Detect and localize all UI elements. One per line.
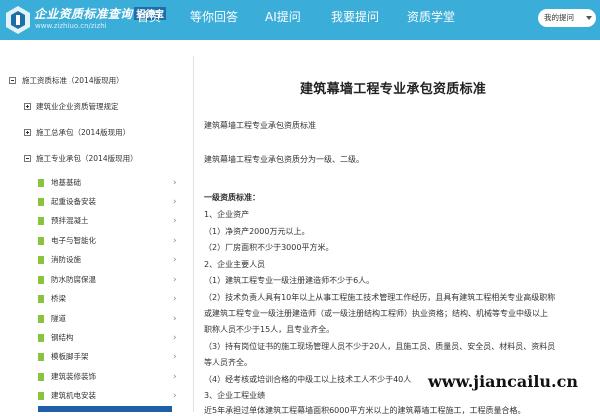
- nav-ai-ask[interactable]: AI提问: [265, 0, 301, 40]
- article-line: （1）净资产2000万元以上。: [204, 227, 310, 236]
- document-icon: [38, 217, 44, 225]
- chevron-right-icon: ›: [173, 178, 177, 188]
- watermark: www.jiancailu.cn: [428, 372, 578, 391]
- top-navigation-bar: 企业资质标准查询 招德宝 www.zizhiuo.cn/zizhi 首页 等你回答…: [0, 0, 600, 40]
- dropdown-label: 我的提问: [544, 13, 574, 22]
- sidebar-item[interactable]: 防水防腐保温 ›: [38, 273, 188, 287]
- article-line: （2）技术负责人具有10年以上从事工程施工技术管理工作经历，且具有建筑工程相关专…: [204, 293, 556, 302]
- document-icon: [38, 276, 44, 284]
- document-icon: [38, 392, 44, 400]
- chevron-right-icon: ›: [173, 352, 177, 362]
- article-intro: 建筑幕墙工程专业承包资质标准: [204, 121, 316, 130]
- collapse-icon[interactable]: [24, 155, 31, 162]
- article-line: （2）厂房面积不少于3000平方米。: [204, 243, 334, 252]
- sidebar-item[interactable]: 电子与智能化 ›: [38, 234, 188, 248]
- article-line: （4）经考核或培训合格的中级工以上技术工人不少于40人: [204, 375, 412, 384]
- article-line: 1、企业资产: [204, 210, 250, 219]
- tree-group-label: 建筑业企业资质管理规定: [36, 102, 119, 111]
- chevron-right-icon: ›: [173, 216, 177, 226]
- article-line: 等人员齐全。: [204, 358, 252, 367]
- logo-url: www.zizhiuo.cn/zizhi: [35, 22, 107, 30]
- chevron-right-icon: ›: [173, 236, 177, 246]
- article-line: 近5年承担过单体建筑工程幕墙面积6000平方米以上的建筑幕墙工程施工，工程质量合…: [204, 406, 526, 415]
- chevron-right-icon: ›: [173, 391, 177, 401]
- document-icon: [38, 315, 44, 323]
- tree-group-label: 施工总承包（2014版现用）: [36, 128, 131, 137]
- level-heading: 一级资质标准：: [204, 193, 260, 202]
- chevron-right-icon: ›: [173, 294, 177, 304]
- article-grades: 建筑幕墙工程专业承包资质分为一级、二级。: [204, 155, 364, 164]
- article-line: 2、企业主要人员: [204, 260, 266, 269]
- document-icon: [38, 256, 44, 264]
- sidebar-item[interactable]: 地基基础 ›: [38, 176, 188, 190]
- document-icon: [38, 198, 44, 206]
- sidebar-item[interactable]: 建筑装修装饰 ›: [38, 370, 188, 384]
- divider: [193, 56, 194, 412]
- sidebar-item[interactable]: 建筑机电安装 ›: [38, 389, 188, 403]
- document-icon: [38, 237, 44, 245]
- document-icon: [38, 353, 44, 361]
- article-line: 职称人员不少于15人，且专业齐全。: [204, 325, 335, 334]
- collapse-icon[interactable]: [9, 77, 16, 84]
- page-title: 建筑幕墙工程专业承包资质标准: [300, 82, 487, 97]
- article-line: 或建筑工程专业一级注册建造师（或一级注册结构工程师）执业资格；结构、机械等专业中…: [204, 309, 548, 318]
- article-line: （1）建筑工程专业一级注册建造师不少于6人。: [204, 276, 375, 285]
- my-questions-dropdown[interactable]: 我的提问: [538, 9, 596, 27]
- document-icon: [38, 334, 44, 342]
- nav-answer[interactable]: 等你回答: [190, 0, 238, 40]
- sidebar-item[interactable]: 钢结构 ›: [38, 331, 188, 345]
- chevron-right-icon: ›: [173, 255, 177, 265]
- logo-icon: [6, 6, 30, 34]
- expand-icon[interactable]: [24, 103, 31, 110]
- nav-academy[interactable]: 资质学堂: [407, 0, 455, 40]
- logo-title: 企业资质标准查询: [34, 7, 133, 21]
- sidebar-item[interactable]: 预拌混凝土 ›: [38, 214, 188, 228]
- tree-root-label: 施工资质标准（2014版现用）: [22, 76, 124, 85]
- sidebar-item[interactable]: 消防设施 ›: [38, 253, 188, 267]
- sidebar-item[interactable]: 模板脚手架 ›: [38, 350, 188, 364]
- chevron-right-icon: ›: [173, 275, 177, 285]
- article-line: 3、企业工程业绩: [204, 391, 266, 400]
- nav-home[interactable]: 首页: [137, 0, 161, 40]
- site-logo[interactable]: 企业资质标准查询 招德宝 www.zizhiuo.cn/zizhi: [4, 3, 167, 37]
- sidebar-item-selected[interactable]: [38, 406, 172, 412]
- sidebar-item[interactable]: 隧道 ›: [38, 312, 188, 326]
- chevron-down-icon: [586, 16, 592, 20]
- chevron-right-icon: ›: [173, 314, 177, 324]
- sidebar-item[interactable]: 起重设备安装 ›: [38, 195, 188, 209]
- tree-group-label: 施工专业承包（2014版现用）: [36, 154, 138, 163]
- document-icon: [38, 295, 44, 303]
- sidebar-item[interactable]: 桥梁 ›: [38, 292, 188, 306]
- expand-icon[interactable]: [24, 129, 31, 136]
- article-line: （3）持有岗位证书的施工现场管理人员不少于20人，且施工员、质量员、安全员、材料…: [204, 342, 556, 351]
- nav-ask[interactable]: 我要提问: [331, 0, 379, 40]
- chevron-right-icon: ›: [173, 197, 177, 207]
- document-icon: [38, 179, 44, 187]
- chevron-right-icon: ›: [173, 333, 177, 343]
- document-icon: [38, 373, 44, 381]
- chevron-right-icon: ›: [173, 372, 177, 382]
